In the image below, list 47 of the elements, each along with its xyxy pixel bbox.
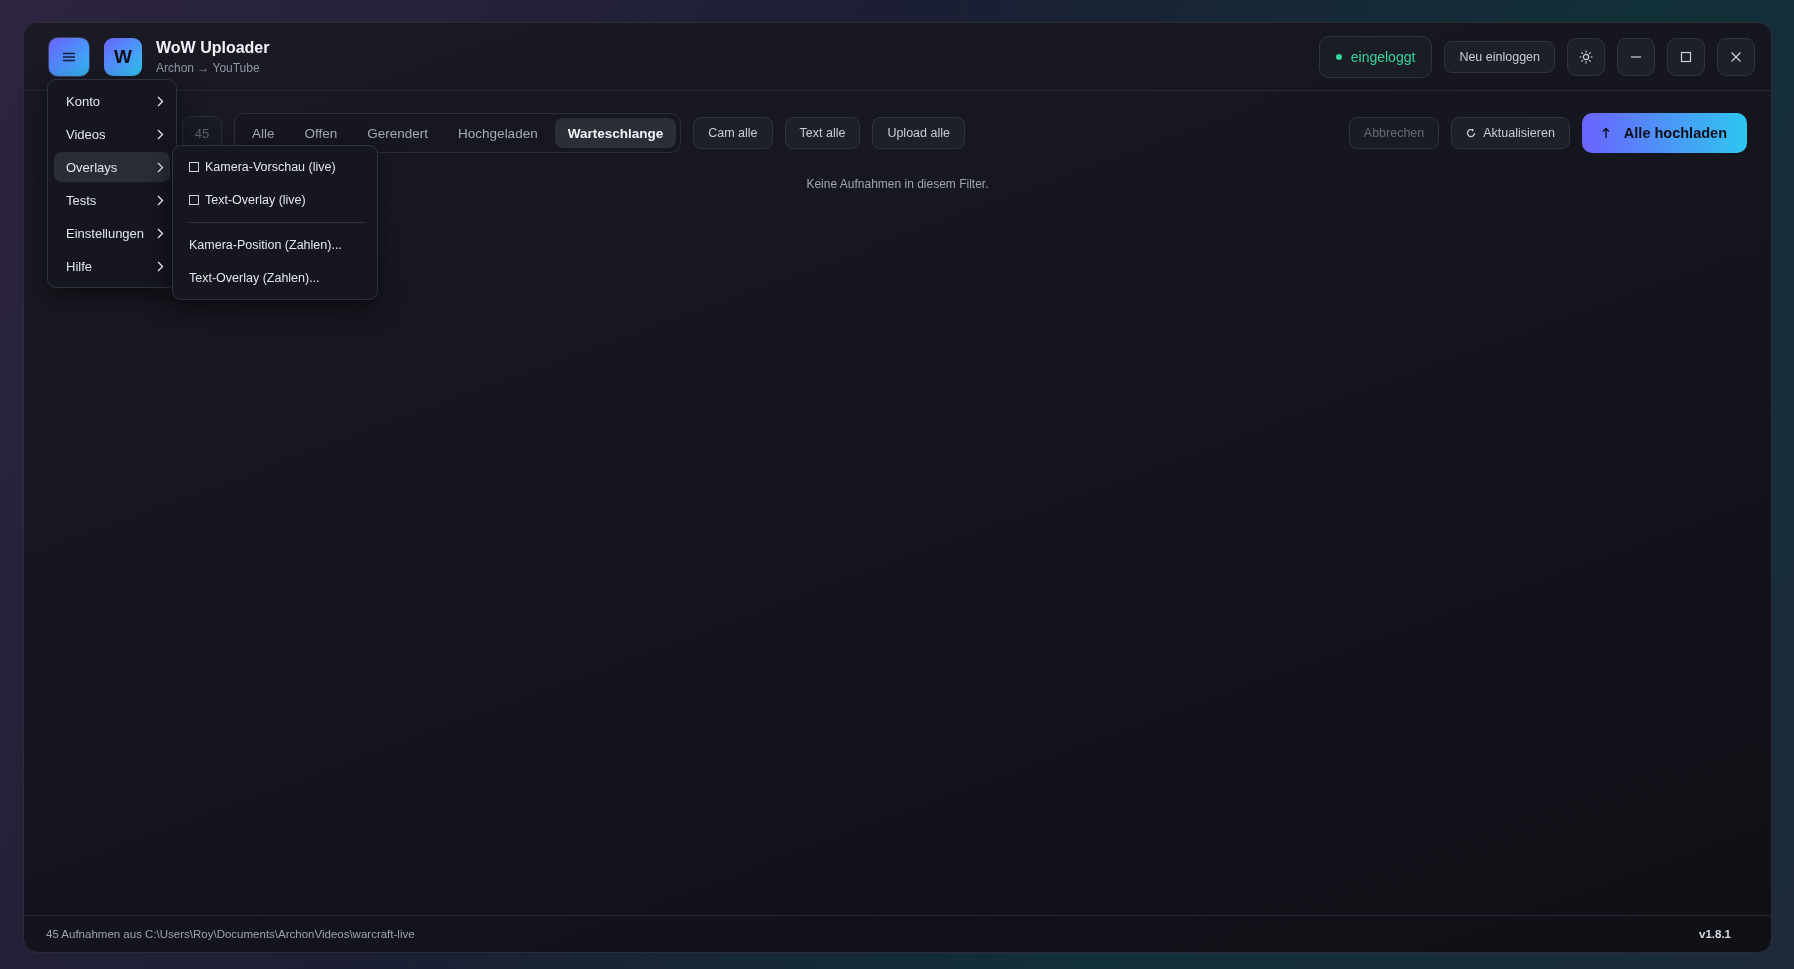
refresh-icon [1466, 128, 1477, 138]
menu-item[interactable]: Hilfe [54, 251, 170, 281]
bulk-action-button[interactable]: Cam alle [693, 117, 773, 149]
submenu-item[interactable]: Kamera-Vorschau (live) [189, 152, 365, 182]
maximize-button[interactable] [1667, 38, 1705, 76]
filter-tab[interactable]: Warteschlange [554, 118, 677, 148]
chevron-right-icon [157, 194, 164, 206]
filter-tab[interactable]: Gerendert [354, 118, 442, 148]
bulk-action-button[interactable]: Upload alle [872, 117, 965, 149]
chevron-right-icon [157, 227, 164, 239]
maximize-icon [1679, 50, 1693, 64]
menu-button[interactable] [48, 37, 90, 77]
relogin-button[interactable]: Neu einloggen [1444, 41, 1555, 73]
theme-button[interactable] [1567, 38, 1605, 76]
app-logo: W [104, 38, 142, 76]
checkbox-label: Text-Overlay (live) [205, 193, 306, 207]
folder-path: 45 Aufnahmen aus C:\Users\Roy\Documents\ArchonVideos\warcraft-live [46, 928, 415, 940]
menu-item[interactable]: Konto [54, 86, 170, 116]
submenu-item[interactable]: Text-Overlay (live) [189, 185, 365, 215]
sun-icon [1579, 50, 1593, 64]
chevron-right-icon [157, 161, 164, 173]
close-button[interactable] [1717, 38, 1755, 76]
upload-all-button[interactable]: Alle hochladen [1581, 113, 1747, 153]
filter-tab[interactable]: Alle [239, 118, 288, 148]
submenu-item[interactable]: Text-Overlay (Zahlen)... [189, 263, 365, 293]
close-icon [1729, 50, 1743, 64]
filter-tab[interactable]: Hochgeladen [445, 118, 551, 148]
menu-item[interactable]: Einstellungen [54, 218, 170, 248]
menu-item[interactable]: Tests [54, 185, 170, 215]
filter-tab[interactable]: Offen [291, 118, 351, 148]
refresh-button[interactable]: Aktualisieren [1451, 117, 1570, 149]
status-label: eingeloggt [1350, 49, 1416, 65]
menu-item[interactable]: Videos [54, 119, 170, 149]
chevron-right-icon [157, 260, 164, 272]
checkbox[interactable] [189, 195, 199, 205]
menu-icon [62, 52, 76, 62]
app-title: WoW Uploader [156, 39, 270, 57]
submenu-item[interactable]: Kamera-Position (Zahlen)... [189, 230, 365, 260]
version-label: v1.8.1 [1699, 928, 1731, 940]
chevron-right-icon [157, 95, 164, 107]
chevron-right-icon [157, 128, 164, 140]
app-subtitle: Archon → YouTube [156, 61, 261, 75]
empty-message: Keine Aufnahmen in diesem Filter. [806, 177, 989, 191]
bulk-action-button[interactable]: Text alle [784, 117, 861, 149]
checkbox-label: Kamera-Vorschau (live) [205, 160, 336, 174]
checkbox[interactable] [189, 162, 199, 172]
arrow-up-icon [1601, 127, 1610, 139]
